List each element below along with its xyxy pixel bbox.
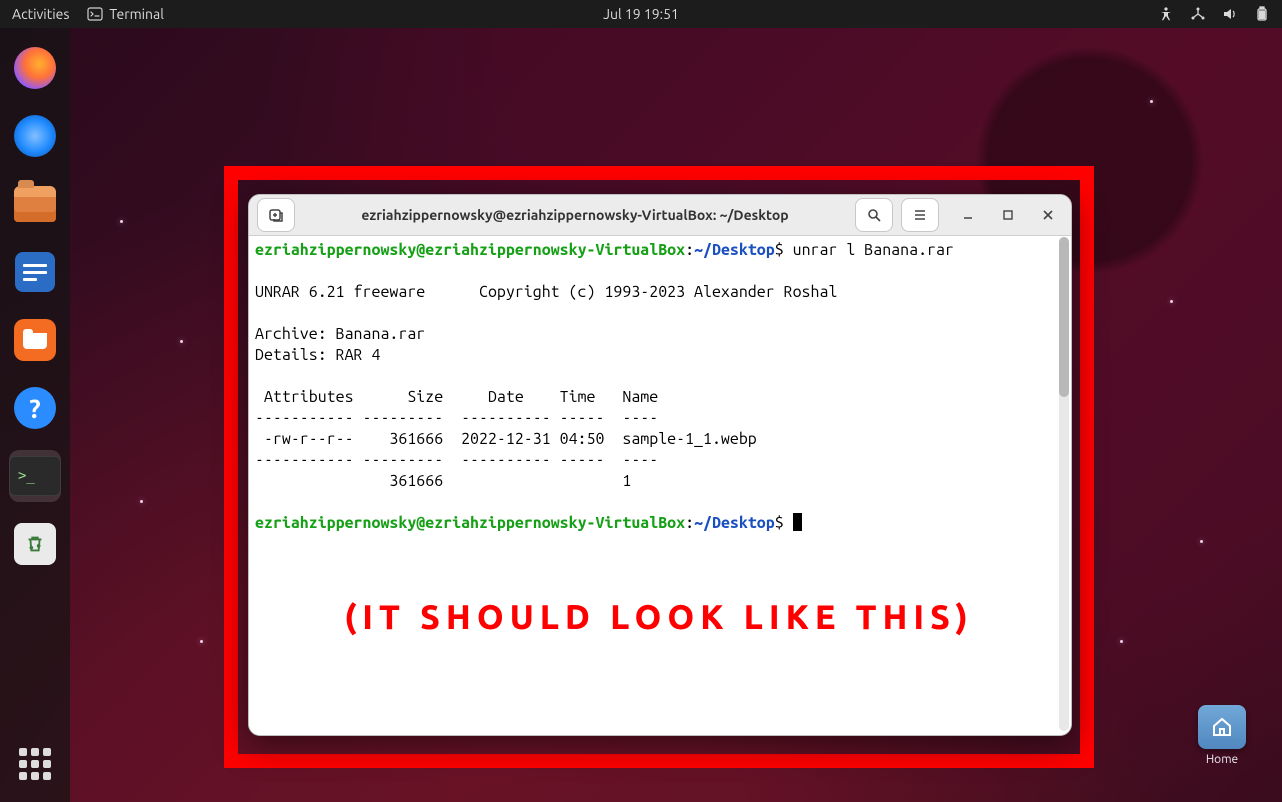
annotation-caption: (IT SHOULD LOOK LIKE THIS) xyxy=(344,598,974,636)
dock-help[interactable]: ? xyxy=(9,382,61,434)
terminal-scrollbar[interactable] xyxy=(1059,237,1069,731)
files-icon xyxy=(14,186,56,222)
prompt-path: ~/Desktop xyxy=(694,241,775,259)
app-menu[interactable]: Terminal xyxy=(87,6,164,22)
gnome-top-bar: Activities Terminal Jul 19 19:51 xyxy=(0,0,1282,28)
trash-icon xyxy=(14,523,56,565)
desktop-home-label: Home xyxy=(1206,753,1238,766)
maximize-button[interactable] xyxy=(993,202,1023,228)
dock-thunderbird[interactable] xyxy=(9,110,61,162)
dock-software[interactable] xyxy=(9,314,61,366)
output-version: UNRAR 6.21 freeware Copyright (c) 1993-2… xyxy=(255,283,837,301)
hamburger-menu-button[interactable] xyxy=(901,198,939,232)
software-icon xyxy=(14,319,56,361)
volume-icon[interactable] xyxy=(1222,6,1238,22)
annotation-frame: ezriahzippernowsky@ezriahzippernowsky-Vi… xyxy=(224,166,1094,768)
accessibility-icon[interactable] xyxy=(1158,6,1174,22)
dock-trash[interactable] xyxy=(9,518,61,570)
prompt-path: ~/Desktop xyxy=(694,514,775,532)
close-button[interactable] xyxy=(1033,202,1063,228)
app-menu-label: Terminal xyxy=(109,6,164,22)
terminal-content[interactable]: ezriahzippernowsky@ezriahzippernowsky-Vi… xyxy=(249,236,1071,735)
new-tab-button[interactable] xyxy=(257,198,295,232)
clock[interactable]: Jul 19 19:51 xyxy=(603,6,679,22)
activities-button[interactable]: Activities xyxy=(12,6,69,22)
dock-terminal[interactable]: >_ xyxy=(9,450,61,502)
terminal-cursor xyxy=(793,513,802,531)
firefox-icon xyxy=(14,47,56,89)
command-line: unrar l Banana.rar xyxy=(793,241,954,259)
window-titlebar[interactable]: ezriahzippernowsky@ezriahzippernowsky-Vi… xyxy=(249,195,1071,236)
dock-writer[interactable] xyxy=(9,246,61,298)
terminal-app-icon: >_ xyxy=(9,456,61,496)
output-separator: ----------- --------- ---------- ----- -… xyxy=(255,451,658,469)
output-separator: ----------- --------- ---------- ----- -… xyxy=(255,409,658,427)
terminal-window: ezriahzippernowsky@ezriahzippernowsky-Vi… xyxy=(248,194,1072,736)
thunderbird-icon xyxy=(14,115,56,157)
writer-icon xyxy=(15,252,55,292)
window-title: ezriahzippernowsky@ezriahzippernowsky-Vi… xyxy=(303,207,847,223)
network-icon[interactable] xyxy=(1190,6,1206,22)
ubuntu-dock: ? >_ xyxy=(0,28,70,802)
output-row: -rw-r--r-- 361666 2022-12-31 04:50 sampl… xyxy=(255,430,757,448)
battery-icon[interactable] xyxy=(1254,6,1270,22)
output-header: Attributes Size Date Time Name xyxy=(255,388,658,406)
terminal-icon xyxy=(87,6,103,22)
dock-show-apps[interactable] xyxy=(9,738,61,790)
prompt-host: @ezriahzippernowsky-VirtualBox xyxy=(416,241,685,259)
search-button[interactable] xyxy=(855,198,893,232)
desktop-home-folder[interactable]: Home xyxy=(1198,705,1246,766)
dock-files[interactable] xyxy=(9,178,61,230)
minimize-button[interactable] xyxy=(953,202,983,228)
home-folder-icon xyxy=(1198,705,1246,749)
output-details: Details: RAR 4 xyxy=(255,346,380,364)
scrollbar-thumb[interactable] xyxy=(1059,237,1069,397)
prompt-user: ezriahzippernowsky xyxy=(255,241,416,259)
prompt-user: ezriahzippernowsky xyxy=(255,514,416,532)
output-total: 361666 1 xyxy=(255,472,631,490)
help-icon: ? xyxy=(14,387,56,429)
prompt-host: @ezriahzippernowsky-VirtualBox xyxy=(416,514,685,532)
dock-firefox[interactable] xyxy=(9,42,61,94)
output-archive: Archive: Banana.rar xyxy=(255,325,425,343)
apps-grid-icon xyxy=(19,748,51,780)
